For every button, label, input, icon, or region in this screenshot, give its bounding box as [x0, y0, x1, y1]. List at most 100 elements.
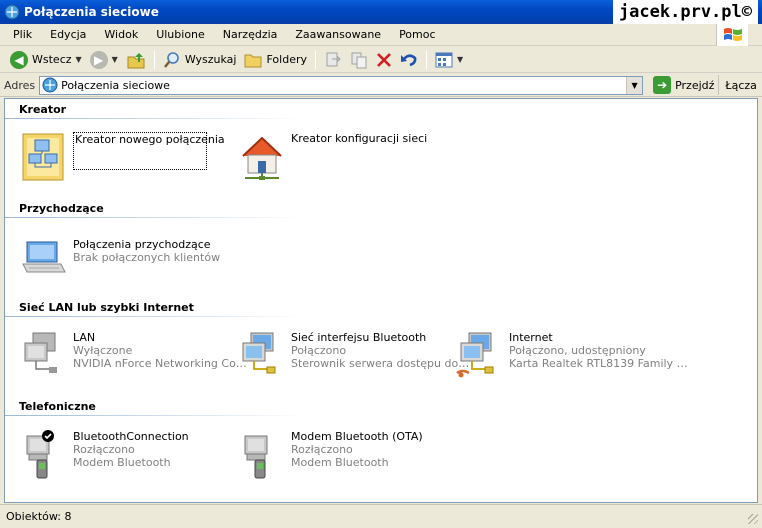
delete-button[interactable] — [372, 49, 396, 71]
delete-x-icon — [377, 52, 391, 67]
dialup-icon — [237, 430, 287, 480]
forward-arrow-icon: ▶ — [89, 50, 108, 69]
item-status: Rozłączono — [73, 443, 135, 456]
item-status: Brak połączonych klientów — [73, 251, 221, 264]
item-text: Kreator nowego połączenia — [73, 132, 225, 170]
toolbar: ◀ Wstecz ▼ ▶ ▼ Wyszukaj Foldery ▼ — [0, 47, 762, 73]
views-icon — [435, 52, 453, 67]
lan-disabled-icon — [19, 331, 69, 381]
network-connections-icon — [42, 77, 58, 93]
item-text: BluetoothConnection Rozłączono Modem Blu… — [73, 430, 189, 480]
item-status: Rozłączono — [291, 443, 353, 456]
undo-icon — [401, 53, 417, 66]
group-divider — [5, 316, 305, 317]
menu-edit[interactable]: Edycja — [41, 24, 95, 46]
group-header-dialup: Telefoniczne — [19, 400, 96, 413]
windows-logo-icon — [716, 24, 748, 46]
address-bar: Adres Połączenia sieciowe ▼ ➔ Przejdź Łą… — [0, 74, 762, 97]
toolbar-separator — [426, 50, 427, 69]
bluetooth-modem-item[interactable]: Modem Bluetooth (OTA) Rozłączono Modem B… — [237, 430, 423, 480]
group-header-wizard: Kreator — [19, 103, 67, 116]
incoming-connections-item[interactable]: Połączenia przychodzące Brak połączonych… — [19, 238, 220, 288]
internet-connection-item[interactable]: Internet Połączono, udostępniony Karta R… — [455, 331, 688, 381]
menu-advanced[interactable]: Zaawansowane — [286, 24, 390, 46]
lan-connection-item[interactable]: LAN Wyłączone NVIDIA nForce Networking C… — [19, 331, 247, 381]
up-folder-button[interactable] — [122, 49, 150, 71]
item-name: Modem Bluetooth (OTA) — [291, 430, 423, 443]
address-label: Adres — [4, 78, 36, 92]
item-device: Modem Bluetooth — [291, 456, 389, 469]
back-dropdown-icon[interactable]: ▼ — [76, 55, 82, 64]
menu-bar: Plik Edycja Widok Ulubione Narzędzia Zaa… — [0, 24, 762, 46]
network-connected-icon — [237, 331, 287, 381]
menu-help[interactable]: Pomoc — [390, 24, 444, 46]
copy-to-icon — [351, 52, 367, 68]
links-button[interactable]: Łącza — [725, 79, 757, 92]
toolbar-separator — [153, 50, 155, 69]
move-to-button[interactable] — [320, 49, 346, 71]
go-label: Przejdź — [675, 78, 715, 92]
back-button[interactable]: ◀ Wstecz ▼ — [6, 49, 86, 71]
item-name: Internet — [509, 331, 553, 344]
address-dropdown-icon[interactable]: ▼ — [626, 76, 643, 94]
item-device: Sterownik serwera dostępu do… — [291, 357, 470, 370]
copy-to-button[interactable] — [346, 49, 372, 71]
item-name: LAN — [73, 331, 96, 344]
item-device: Karta Realtek RTL8139 Family … — [509, 357, 688, 370]
window-title: Połączenia sieciowe — [24, 5, 159, 19]
new-connection-wizard-icon — [19, 132, 69, 182]
bluetooth-network-item[interactable]: Sieć interfejsu Bluetooth Połączono Ster… — [237, 331, 469, 381]
incoming-connection-icon — [19, 238, 69, 288]
go-arrow-icon: ➔ — [653, 76, 672, 94]
go-button[interactable]: ➔ Przejdź — [649, 75, 720, 95]
forward-button[interactable]: ▶ ▼ — [86, 49, 122, 71]
folders-button[interactable]: Foldery — [240, 49, 311, 71]
network-connections-icon — [4, 4, 20, 20]
item-name: Połączenia przychodzące — [73, 238, 211, 251]
group-divider — [5, 118, 305, 119]
item-device: NVIDIA nForce Networking Co… — [73, 357, 247, 370]
watermark: jacek.prv.pl© — [612, 0, 758, 24]
menu-view[interactable]: Widok — [95, 24, 147, 46]
item-text: Internet Połączono, udostępniony Karta R… — [509, 331, 688, 381]
views-button[interactable]: ▼ — [431, 49, 467, 71]
item-name: Sieć interfejsu Bluetooth — [291, 331, 427, 344]
item-device: Modem Bluetooth — [73, 456, 171, 469]
menu-tools[interactable]: Narzędzia — [214, 24, 287, 46]
menu-favorites[interactable]: Ulubione — [147, 24, 214, 46]
group-header-lan: Sieć LAN lub szybki Internet — [19, 301, 194, 314]
home-network-wizard-icon — [237, 132, 287, 182]
toolbar-separator — [315, 50, 316, 69]
views-dropdown-icon[interactable]: ▼ — [457, 55, 463, 64]
item-text: LAN Wyłączone NVIDIA nForce Networking C… — [73, 331, 247, 381]
dialup-default-icon — [19, 430, 69, 480]
status-text: Obiektów: 8 — [6, 510, 72, 523]
group-divider — [5, 415, 305, 416]
search-button[interactable]: Wyszukaj — [159, 49, 241, 71]
group-header-incoming: Przychodzące — [19, 202, 104, 215]
move-to-icon — [326, 52, 341, 66]
shared-network-icon — [455, 331, 505, 381]
item-status: Wyłączone — [73, 344, 133, 357]
undo-button[interactable] — [396, 49, 422, 71]
network-connections-list: Kreator Kreator nowego połączenia Kreato… — [4, 98, 758, 503]
item-name: Kreator konfiguracji sieci — [291, 132, 428, 145]
back-arrow-icon: ◀ — [10, 50, 28, 69]
item-text: Modem Bluetooth (OTA) Rozłączono Modem B… — [291, 430, 423, 480]
bluetooth-connection-item[interactable]: BluetoothConnection Rozłączono Modem Blu… — [19, 430, 189, 480]
folders-label: Foldery — [266, 53, 307, 66]
item-name: Kreator nowego połączenia — [75, 133, 225, 146]
up-folder-icon — [127, 52, 145, 68]
folder-icon — [244, 54, 262, 67]
search-label: Wyszukaj — [184, 53, 237, 66]
status-bar: Obiektów: 8 — [0, 504, 762, 528]
menu-file[interactable]: Plik — [4, 24, 41, 46]
resize-grip-icon[interactable] — [748, 514, 758, 524]
item-text: Sieć interfejsu Bluetooth Połączono Ster… — [291, 331, 469, 381]
wizard-new-connection-item[interactable]: Kreator nowego połączenia — [19, 132, 225, 182]
back-label: Wstecz — [32, 53, 72, 66]
item-name: BluetoothConnection — [73, 430, 189, 443]
wizard-network-setup-item[interactable]: Kreator konfiguracji sieci — [237, 132, 427, 182]
forward-dropdown-icon[interactable]: ▼ — [112, 55, 118, 64]
address-field[interactable]: Połączenia sieciowe ▼ — [39, 75, 644, 95]
